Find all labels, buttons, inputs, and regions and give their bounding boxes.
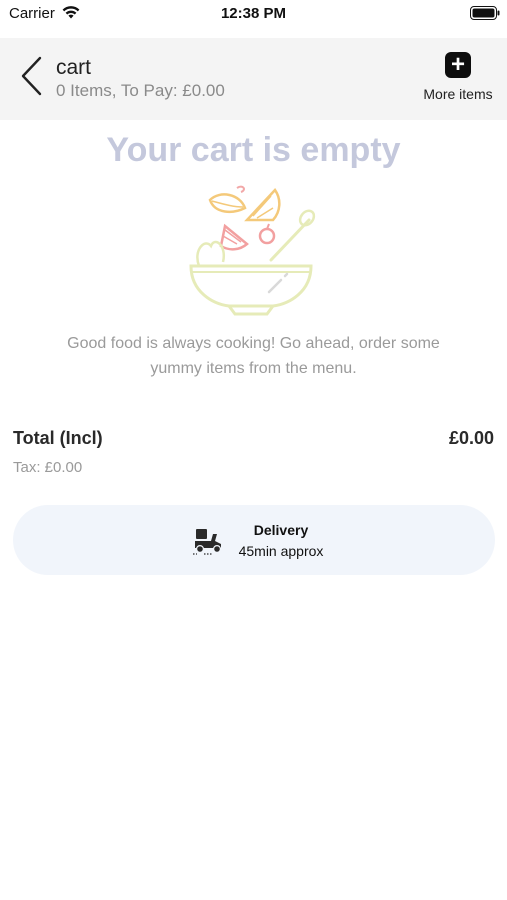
status-time: 12:38 PM <box>220 5 287 22</box>
page-title: cart <box>56 56 92 79</box>
total-label: Total (Incl) <box>13 428 103 448</box>
more-items-button[interactable]: + More items <box>414 50 502 112</box>
salad-bowl-icon <box>189 185 316 316</box>
status-bar: Carrier 12:38 PM <box>0 0 507 38</box>
chevron-left-icon <box>21 56 42 96</box>
battery-icon <box>470 6 500 20</box>
back-button[interactable] <box>18 54 46 98</box>
delivery-option-button[interactable]: Delivery 45min approx <box>13 505 495 575</box>
empty-cart-message: Good food is always cooking! Go ahead, o… <box>67 335 440 377</box>
delivery-time: 45min approx <box>238 543 324 559</box>
cart-summary-subtitle: 0 Items, To Pay: £0.00 <box>56 81 225 100</box>
empty-cart-title: Your cart is empty <box>106 131 401 169</box>
total-value: £0.00 <box>448 428 494 448</box>
more-items-label: More items <box>423 86 493 102</box>
delivery-title: Delivery <box>253 522 309 538</box>
tax-label: Tax: £0.00 <box>13 459 83 476</box>
cart-header: cart 0 Items, To Pay: £0.00 + More items <box>0 38 507 120</box>
plus-icon: + <box>445 52 471 78</box>
